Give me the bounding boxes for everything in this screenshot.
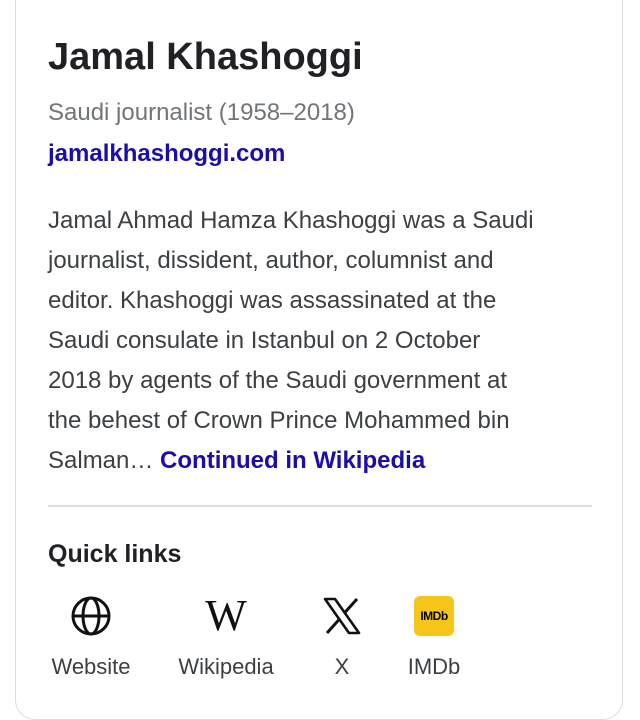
quick-links-heading: Quick links <box>48 540 182 568</box>
imdb-icon: IMDb <box>412 594 456 638</box>
wikipedia-glyph: W <box>205 591 247 640</box>
continued-in-wikipedia-link[interactable]: Continued in Wikipedia <box>160 447 425 474</box>
website-link[interactable]: jamalkhashoggi.com <box>48 140 285 168</box>
entity-subtitle: Saudi journalist (1958–2018) <box>48 99 355 126</box>
quick-link-label: IMDb <box>407 654 461 679</box>
wikipedia-icon: W <box>204 594 248 638</box>
description-line: Saudi consulate in Istanbul on 2 October <box>48 327 481 354</box>
description-line: journalist, dissident, author, columnist… <box>48 247 494 274</box>
entity-description: Jamal Ahmad Hamza Khashoggi was a Saudi … <box>48 201 608 481</box>
description-line: the behest of Crown Prince Mohammed bin <box>48 407 510 434</box>
entity-title: Jamal Khashoggi <box>48 36 363 78</box>
quick-link-website[interactable]: Website <box>31 588 151 688</box>
x-logo-icon <box>320 594 364 638</box>
globe-icon <box>69 594 113 638</box>
description-last-line: Salman… Continued in Wikipedia <box>48 441 608 481</box>
imdb-badge: IMDb <box>414 596 454 636</box>
description-line-end: Salman… <box>48 447 161 474</box>
description-line: 2018 by agents of the Saudi government a… <box>48 367 507 394</box>
quick-link-label: Website <box>51 654 131 679</box>
quick-link-label: Wikipedia <box>178 654 274 679</box>
quick-link-wikipedia[interactable]: W Wikipedia <box>166 588 286 688</box>
quick-link-imdb[interactable]: IMDb IMDb <box>374 588 494 688</box>
description-line: Jamal Ahmad Hamza Khashoggi was a Saudi <box>48 207 534 234</box>
divider <box>48 505 592 507</box>
description-line: editor. Khashoggi was assassinated at th… <box>48 287 497 314</box>
